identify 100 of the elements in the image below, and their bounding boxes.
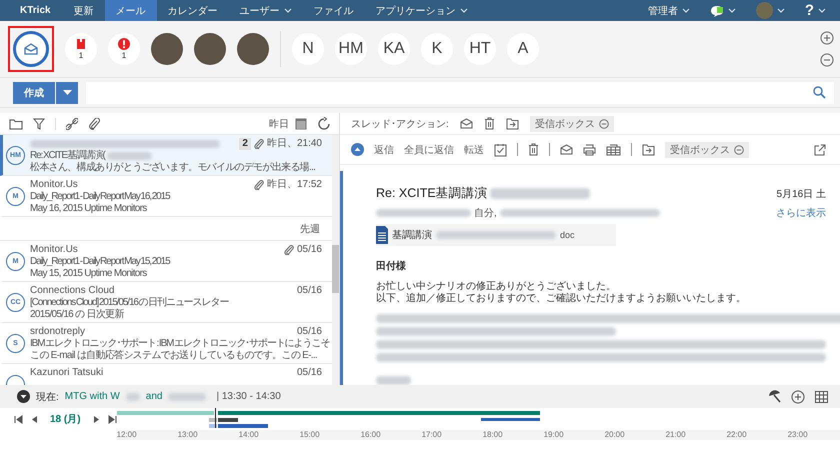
avatar-photo[interactable] (237, 33, 269, 65)
checklist-icon[interactable] (494, 142, 507, 156)
envelope-icon[interactable] (460, 118, 473, 129)
move-to-folder-icon[interactable] (506, 118, 519, 130)
calendar-icon[interactable] (295, 118, 307, 130)
envelope-icon (24, 43, 38, 55)
folder-button[interactable]: 受信ボックス (665, 142, 749, 158)
folder-icon[interactable] (9, 118, 23, 130)
nav-tab[interactable]: 更新 (62, 0, 105, 21)
avatar-photo (756, 2, 773, 19)
hour-label: 20:00 (604, 430, 626, 440)
message-subject: Daily_Report1 - Daily Report May 15, 2015 (30, 256, 170, 268)
alert-button[interactable]: 1 (108, 33, 140, 65)
contact-avatar[interactable]: A (507, 33, 539, 65)
message-date: 05/16 (296, 367, 322, 379)
caret-icon (682, 7, 690, 14)
trash-icon[interactable] (528, 143, 539, 156)
contact-avatar[interactable]: HT (464, 33, 496, 65)
umbrella-icon[interactable] (768, 390, 781, 403)
nav-tab[interactable]: ユーザー (228, 0, 303, 21)
nav-tab[interactable]: カレンダー (156, 0, 229, 21)
message-date: 昨日、17:52 (266, 179, 322, 191)
blurred-text (376, 376, 411, 385)
reply-action-link[interactable]: 転送 (464, 142, 484, 156)
filter-icon[interactable] (33, 118, 45, 130)
message-body-text: お忙しい中シナリオの修正ありがとうございました。 以下、追加／修正しておりますので、ご確認いただけますようお願いいたします。 (376, 281, 747, 305)
caret-icon (284, 7, 292, 14)
avatar-photo[interactable] (151, 33, 183, 65)
move-to-folder-icon[interactable] (642, 144, 655, 156)
sender-name: Monitor.Us (30, 244, 78, 256)
hour-label: 23:00 (788, 430, 809, 440)
date-link[interactable]: 18 (月) (50, 412, 81, 426)
message-date: 5月16日 土 (776, 188, 826, 201)
compose-menu-button[interactable] (56, 82, 78, 104)
reply-action-link[interactable]: 返信 (374, 142, 394, 156)
avatar-photo[interactable] (194, 33, 226, 65)
message-date: 05/16 (296, 326, 322, 338)
nav-tab[interactable]: メール (104, 0, 157, 21)
contact-avatar[interactable]: K (421, 33, 453, 65)
paperclip-icon (284, 245, 294, 255)
hour-label: 13:00 (178, 430, 199, 440)
caret-icon (776, 7, 785, 14)
remove-icon (598, 118, 609, 128)
collapse-icon[interactable] (17, 390, 30, 403)
message-date: 05/16 (296, 244, 322, 256)
hour-label: 21:00 (666, 430, 687, 440)
message-subject: Re: XCITE基調講演( (30, 150, 105, 162)
sender-name: srdonotreply (30, 326, 86, 338)
reply-action-link[interactable]: 全員に返信 (404, 142, 454, 156)
refresh-icon[interactable] (317, 116, 331, 130)
nav-tab[interactable]: ファイル (302, 0, 365, 21)
first-icon[interactable] (14, 414, 23, 424)
hour-label: 18:00 (482, 430, 504, 440)
message-preview: この E-mail は自動応答システムでお送りしているものです。この E-... (30, 350, 318, 362)
paperclip-icon (254, 180, 264, 190)
meeting-link[interactable]: MTG with W (64, 391, 120, 402)
scrollbar[interactable] (332, 135, 339, 385)
contact-avatar[interactable]: N (292, 33, 324, 65)
attachment-item[interactable]: 基調講演 doc (376, 224, 616, 246)
next-icon[interactable] (92, 414, 101, 424)
attachment-name: 基調講演 (392, 228, 432, 242)
compose-button[interactable]: 作成 (13, 82, 55, 104)
brand-link[interactable]: KTrick (0, 0, 63, 21)
pop-out-icon[interactable] (814, 144, 826, 156)
paperclip-icon[interactable] (88, 118, 100, 130)
print-icon[interactable] (583, 144, 596, 156)
table-icon[interactable] (815, 390, 828, 402)
folder-button[interactable]: 受信ボックス (530, 116, 614, 132)
message-preview: May 16, 2015 Uptime Monitors (30, 203, 147, 215)
contact-avatar[interactable]: KA (378, 33, 410, 65)
message-subject: Re: XCITE基調講演 (376, 185, 488, 202)
help-menu[interactable]: ? (794, 0, 840, 21)
last-icon[interactable] (108, 414, 117, 424)
table-icon[interactable] (606, 144, 621, 156)
previous-icon[interactable] (30, 414, 39, 424)
hour-label: 15:00 (300, 430, 321, 440)
hour-label: 14:00 (238, 430, 260, 440)
flagged-button[interactable]: 1 (65, 33, 97, 65)
message-subject: IBM エレクトロニック･サポート : IBM エレクトロニック･サポートにようこそ (30, 338, 330, 350)
recipient-list: 自分, (474, 206, 497, 220)
zoom-in-icon[interactable] (820, 31, 834, 45)
add-icon[interactable] (791, 390, 805, 404)
message-subject: Daily_Report1 - Daily Report May 16, 2015 (30, 191, 170, 203)
contact-avatar[interactable]: HM (335, 33, 367, 65)
show-more-link[interactable]: さらに表示 (776, 206, 826, 220)
search-icon[interactable] (813, 86, 826, 99)
remove-icon (734, 144, 744, 154)
message-preview: May 15, 2015 Uptime Monitors (30, 268, 147, 280)
message-date: 昨日、21:40 (266, 138, 322, 150)
link-icon[interactable] (66, 118, 78, 130)
tag-icon (76, 38, 86, 50)
zoom-out-icon[interactable] (820, 53, 834, 67)
envelope-icon[interactable] (560, 144, 573, 155)
search-field[interactable] (86, 82, 834, 104)
trash-icon[interactable] (484, 117, 495, 130)
user-menu[interactable]: 管理者 (638, 0, 700, 21)
greeting-text: 田付様 (376, 260, 407, 273)
sender-name: Monitor.Us (30, 179, 78, 191)
message-subject: [Connections Cloud] 2015/05/16 の 日刊ニュースレター (30, 297, 228, 308)
nav-tab[interactable]: アプリケーション (364, 0, 479, 21)
